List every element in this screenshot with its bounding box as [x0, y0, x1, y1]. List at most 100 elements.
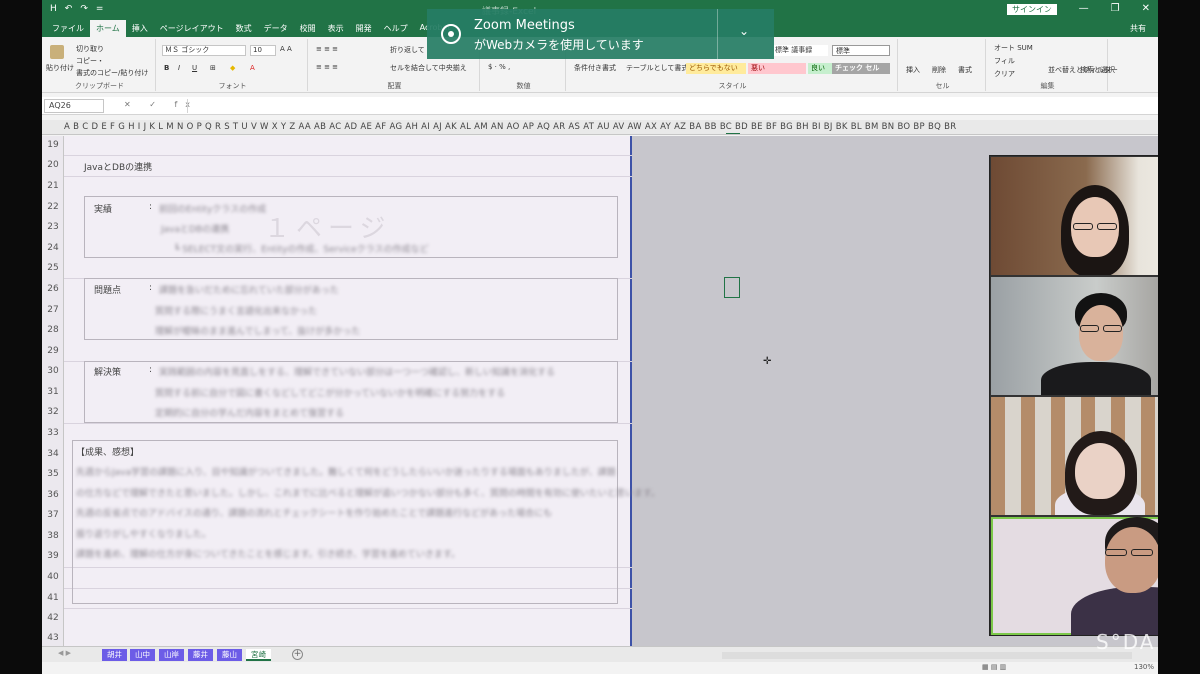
sheet-tab[interactable]: 藤山 — [217, 649, 242, 661]
style-cell-neutral[interactable]: どちらでもない — [686, 63, 746, 74]
sheet-nav-icon[interactable]: ◀ ▶ — [58, 649, 71, 657]
row-number[interactable]: 28 — [42, 325, 64, 335]
copy-button[interactable]: コピー・ — [76, 56, 104, 66]
fill-color-icon[interactable]: ◆ — [230, 64, 235, 72]
mondai-line[interactable]: 質問する際にうまく言語化出来なかった — [155, 304, 317, 317]
conditional-format-button[interactable]: 条件付き書式 — [574, 63, 616, 73]
border-icon[interactable]: ⊞ — [210, 64, 216, 72]
kaiketsu-line[interactable]: 実践範囲の内容を見直しをする、理解できていない部分は一つ一つ確認し、新しい知識を… — [159, 365, 555, 378]
row-number[interactable]: 39 — [42, 551, 64, 561]
row-number[interactable]: 38 — [42, 531, 64, 541]
jisseki-label[interactable]: 実績 — [94, 202, 112, 215]
jisseki-line[interactable]: ┗ SELECT文の実行、Entityの作成、Serviceクラスの作成など — [174, 242, 429, 255]
align-left-icon[interactable]: ≡ ≡ ≡ — [316, 63, 338, 71]
tab-help[interactable]: ヘルプ — [378, 20, 414, 37]
bold-icon[interactable]: B — [164, 64, 169, 72]
format-painter-button[interactable]: 書式のコピー/貼り付け — [76, 68, 148, 78]
share-button[interactable]: 共有 — [1130, 23, 1146, 34]
tab-data[interactable]: データ — [258, 20, 294, 37]
row-number[interactable]: 41 — [42, 593, 64, 603]
undo-icon[interactable]: ↶ — [65, 4, 73, 14]
sheet-tab[interactable]: 藤井 — [188, 649, 213, 661]
selected-cell[interactable] — [724, 277, 740, 298]
sheet-tab[interactable]: 山中 — [130, 649, 155, 661]
seika-line[interactable]: 課題を進め、理解の仕方が身についてきたことを感じます。引き続き、学習を進めていき… — [76, 547, 460, 560]
font-size-select[interactable]: 10 — [250, 45, 276, 56]
merge-center-button[interactable]: セルを結合して中央揃え — [390, 63, 467, 73]
seika-line[interactable]: 振り返りがしやすくなりました。 — [76, 527, 211, 540]
tab-page-layout[interactable]: ページレイアウト — [154, 20, 230, 37]
mondai-label[interactable]: 問題点 — [94, 283, 121, 296]
delete-cells-button[interactable]: 削除 — [932, 65, 946, 75]
chevron-down-icon[interactable]: ⌄ — [739, 24, 749, 38]
underline-icon[interactable]: U — [192, 64, 197, 72]
row-number[interactable]: 21 — [42, 181, 64, 191]
mondai-line[interactable]: 課題を急いだために忘れていた部分があった — [159, 283, 339, 296]
seika-line[interactable]: 先週からJava学習の課題に入り、目や知識がついてきました。難しくて何をどうした… — [76, 465, 616, 478]
horizontal-scrollbar[interactable] — [722, 652, 1132, 659]
tab-insert[interactable]: 挿入 — [126, 20, 154, 37]
fill-button[interactable]: フィル — [994, 56, 1015, 66]
row-number[interactable]: 34 — [42, 449, 64, 459]
row-number[interactable]: 27 — [42, 305, 64, 315]
row-number[interactable]: 23 — [42, 222, 64, 232]
video-tile-4-active-speaker[interactable] — [991, 517, 1158, 635]
insert-cells-button[interactable]: 挿入 — [906, 65, 920, 75]
autosum-button[interactable]: オート SUM — [994, 43, 1033, 53]
minimize-icon[interactable]: — — [1079, 3, 1089, 14]
row-number[interactable]: 22 — [42, 202, 64, 212]
number-format-icons[interactable]: $ · % ‚ — [488, 63, 510, 71]
kaiketsu-label[interactable]: 解決策 — [94, 365, 121, 378]
tab-review[interactable]: 校閲 — [294, 20, 322, 37]
print-page[interactable]: JavaとDBの連携 １ページ 実績 : 前回のEntityクラスの作成 Jav… — [64, 136, 660, 646]
row-number[interactable]: 19 — [42, 140, 64, 150]
row-number[interactable]: 30 — [42, 366, 64, 376]
row-number[interactable]: 29 — [42, 346, 64, 356]
jisseki-line[interactable]: 前回のEntityクラスの作成 — [159, 202, 266, 215]
italic-icon[interactable]: I — [178, 64, 180, 72]
paste-button[interactable]: 貼り付け — [46, 63, 74, 73]
font-name-select[interactable]: ＭＳ ゴシック — [162, 45, 246, 56]
video-tile-1[interactable] — [991, 157, 1158, 275]
seika-label[interactable]: 【成果、感想】 — [76, 445, 139, 458]
row-number[interactable]: 36 — [42, 490, 64, 500]
row-number[interactable]: 40 — [42, 572, 64, 582]
sheet-tab[interactable]: 胡井 — [102, 649, 127, 661]
add-sheet-button[interactable]: + — [292, 649, 303, 660]
find-select-button[interactable]: 検索と選択 — [1080, 65, 1115, 75]
kaiketsu-line[interactable]: 定期的に自分の学んだ内容をまとめて復習する — [155, 406, 344, 419]
row-number[interactable]: 25 — [42, 263, 64, 273]
ribbon-display-icon[interactable]: ⧉ — [1050, 3, 1057, 14]
font-color-icon[interactable]: A — [250, 64, 255, 72]
tab-file[interactable]: ファイル — [46, 20, 90, 37]
sheet-tab-active[interactable]: 宮崎 — [246, 649, 271, 661]
style-cell-normal-minutes[interactable]: 標準 議事録 — [772, 45, 828, 56]
video-tile-3[interactable] — [991, 397, 1158, 515]
align-top-icon[interactable]: ≡ ≡ ≡ — [316, 45, 338, 53]
zoom-level[interactable]: 130% — [1134, 663, 1154, 671]
row-number[interactable]: 31 — [42, 387, 64, 397]
style-cell-check[interactable]: チェック セル — [832, 63, 890, 74]
style-cell-normal[interactable]: 標準 — [832, 45, 890, 56]
seika-line[interactable]: の仕方などで理解できたと思いました。しかし、これまでに比べると理解が追いつかない… — [76, 486, 660, 499]
clear-button[interactable]: クリア — [994, 69, 1015, 79]
section-heading[interactable]: JavaとDBの連携 — [84, 160, 152, 173]
restore-icon[interactable]: ❐ — [1111, 3, 1120, 14]
row-number[interactable]: 43 — [42, 633, 64, 643]
view-buttons[interactable]: ▦ ▤ ▥ — [982, 663, 1006, 671]
wrap-text-button[interactable]: 折り返して — [390, 45, 425, 55]
close-icon[interactable]: ✕ — [1142, 3, 1150, 14]
jisseki-line[interactable]: JavaとDBの連携 — [161, 222, 229, 235]
font-grow-icon[interactable]: A A — [280, 45, 292, 53]
mondai-line[interactable]: 理解が曖昧のまま進んでしまって、抜けが多かった — [155, 324, 360, 337]
customize-qa-icon[interactable]: = — [96, 4, 104, 14]
formula-input[interactable] — [187, 99, 1154, 113]
column-header-labels[interactable]: A B C D E F G H I J K L M N O P Q R S T … — [64, 122, 956, 132]
save-icon[interactable]: H — [50, 4, 57, 14]
row-number[interactable]: 33 — [42, 428, 64, 438]
row-number[interactable]: 26 — [42, 284, 64, 294]
kaiketsu-line[interactable]: 質問する前に自分で図に書くなどしてどこが分かっていないかを明確にする努力をする — [155, 386, 505, 399]
cut-button[interactable]: 切り取り — [76, 44, 104, 54]
redo-icon[interactable]: ↷ — [80, 4, 88, 14]
row-number[interactable]: 24 — [42, 243, 64, 253]
